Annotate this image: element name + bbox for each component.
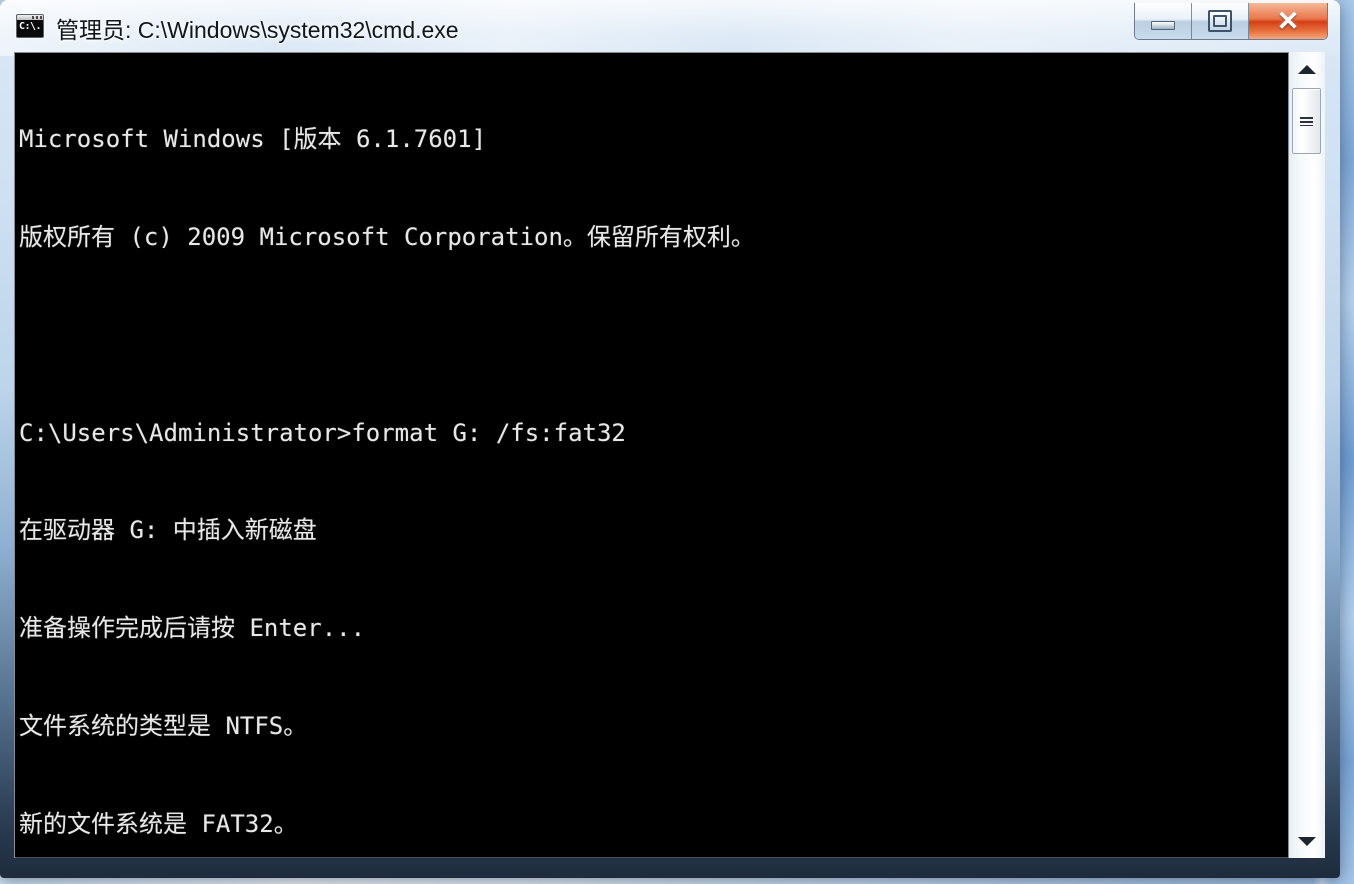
window-title: 管理员: C:\Windows\system32\cmd.exe bbox=[56, 17, 459, 43]
console-line: Microsoft Windows [版本 6.1.7601] bbox=[19, 125, 487, 154]
restore-icon bbox=[1208, 10, 1232, 32]
icon-titlebar-strip bbox=[17, 15, 43, 20]
icon-prompt-text: C:\. bbox=[19, 21, 42, 32]
scroll-down-arrow[interactable] bbox=[1289, 824, 1325, 858]
chevron-down-icon bbox=[1298, 836, 1316, 846]
console-line-command: C:\Users\Administrator>format G: /fs:fat… bbox=[19, 418, 626, 447]
caption-button-group: ✕ bbox=[1134, 3, 1328, 40]
scroll-thumb-grip-icon bbox=[1300, 116, 1313, 126]
cmd-console-icon: C:\. bbox=[16, 14, 44, 38]
console-line: 版权所有 (c) 2009 Microsoft Corporation。保留所有… bbox=[19, 222, 755, 251]
console-line: 在驱动器 G: 中插入新磁盘 bbox=[19, 516, 317, 545]
console-client-area[interactable]: Microsoft Windows [版本 6.1.7601] 版权所有 (c)… bbox=[14, 52, 1325, 858]
scroll-thumb[interactable] bbox=[1292, 88, 1321, 154]
command-prompt-window: C:\. 管理员: C:\Windows\system32\cmd.exe ✕ … bbox=[0, 0, 1340, 878]
minimize-button[interactable] bbox=[1135, 3, 1192, 39]
vertical-scrollbar[interactable] bbox=[1288, 52, 1325, 858]
console-line: 准备操作完成后请按 Enter... bbox=[19, 614, 366, 643]
scroll-up-arrow[interactable] bbox=[1289, 52, 1325, 86]
title-bar[interactable]: C:\. 管理员: C:\Windows\system32\cmd.exe ✕ bbox=[0, 0, 1340, 52]
console-line: 新的文件系统是 FAT32。 bbox=[19, 809, 298, 838]
console-line: 文件系统的类型是 NTFS。 bbox=[19, 711, 308, 740]
chevron-up-icon bbox=[1298, 64, 1316, 74]
minimize-icon bbox=[1151, 21, 1175, 30]
restore-button[interactable] bbox=[1192, 3, 1249, 39]
console-output: Microsoft Windows [版本 6.1.7601] 版权所有 (c)… bbox=[19, 58, 1285, 858]
close-button[interactable]: ✕ bbox=[1249, 3, 1327, 39]
close-icon: ✕ bbox=[1276, 5, 1300, 36]
